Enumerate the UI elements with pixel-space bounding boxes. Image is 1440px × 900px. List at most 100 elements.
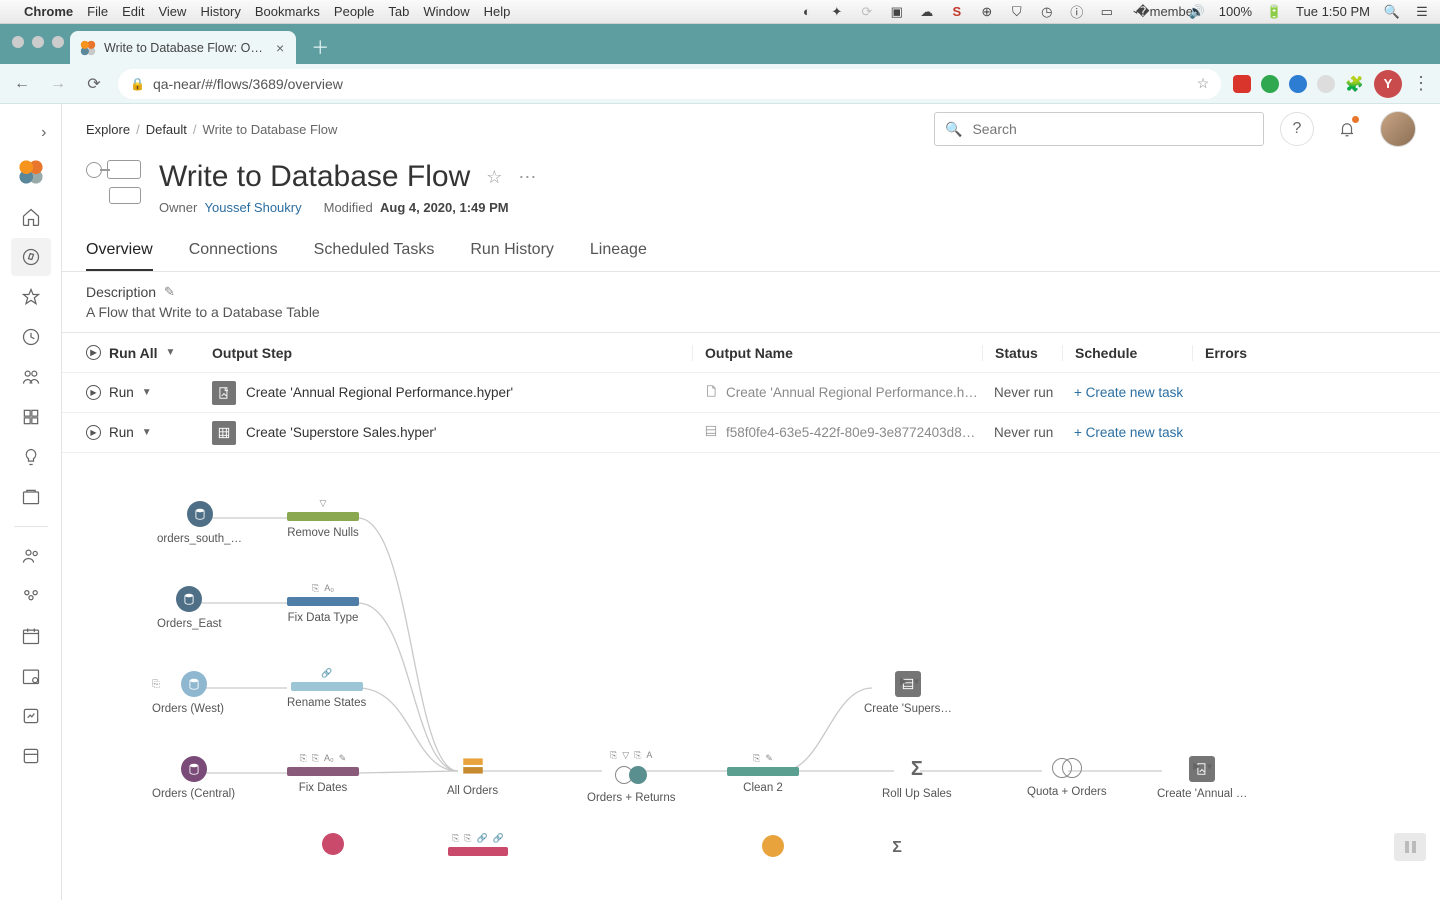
nav-favorites[interactable]	[11, 278, 51, 316]
breadcrumb-root[interactable]: Explore	[86, 122, 130, 137]
flow-node-partial[interactable]: Σ	[884, 835, 910, 861]
address-bar[interactable]: 🔒 qa-near/#/flows/3689/overview ☆	[118, 69, 1221, 99]
status-icon[interactable]: S	[949, 4, 965, 20]
avatar[interactable]	[1380, 111, 1416, 147]
chevron-down-icon[interactable]: ▼	[165, 347, 175, 358]
more-actions-button[interactable]: ⋯	[518, 167, 536, 188]
menu-tab[interactable]: Tab	[388, 4, 409, 19]
nav-shared[interactable]	[11, 358, 51, 396]
cloud-icon[interactable]: ☁	[919, 4, 935, 20]
battery-icon[interactable]: 🔋	[1266, 4, 1282, 20]
nav-external[interactable]	[11, 478, 51, 516]
flow-node-join[interactable]: Quota + Orders	[1027, 756, 1107, 798]
chevron-down-icon[interactable]: ▼	[142, 427, 152, 438]
window-controls[interactable]	[12, 36, 64, 48]
search-field[interactable]	[970, 120, 1253, 138]
display-icon[interactable]: ▭	[1099, 4, 1115, 20]
menu-window[interactable]: Window	[423, 4, 469, 19]
search-input[interactable]: 🔍	[934, 112, 1264, 146]
flow-node-aggregate[interactable]: Σ Roll Up Sales	[882, 756, 952, 800]
menu-edit[interactable]: Edit	[122, 4, 144, 19]
shield-icon[interactable]: ⛉	[1009, 4, 1025, 20]
flow-node-input[interactable]: orders_south_…	[157, 501, 242, 545]
node-run-button[interactable]: ▶▾	[1193, 760, 1212, 773]
status-icon[interactable]: ◐	[799, 4, 815, 20]
run-button[interactable]: Run	[109, 385, 134, 400]
nav-collections[interactable]	[11, 398, 51, 436]
pause-indicator[interactable]	[1394, 833, 1426, 861]
nav-status[interactable]	[11, 697, 51, 735]
edit-description-button[interactable]: ✎	[164, 284, 175, 300]
nav-users[interactable]	[11, 537, 51, 575]
forward-button[interactable]: →	[46, 72, 70, 96]
spotlight-icon[interactable]: 🔍	[1384, 4, 1400, 20]
nav-recommendations[interactable]	[11, 438, 51, 476]
help-button[interactable]: ?	[1280, 112, 1314, 146]
extensions-menu-icon[interactable]: 🧩	[1345, 75, 1364, 93]
nav-settings[interactable]	[11, 737, 51, 775]
menubar-app[interactable]: Chrome	[24, 4, 73, 19]
flow-node-partial[interactable]	[322, 833, 344, 855]
browser-tab-active[interactable]: Write to Database Flow: Overvi ×	[70, 31, 296, 65]
status-icon[interactable]: ▣	[889, 4, 905, 20]
flow-node-union[interactable]: All Orders	[447, 753, 498, 797]
tab-overview[interactable]: Overview	[86, 241, 153, 271]
output-name[interactable]: Create 'Annual Regional Performance.hype…	[726, 385, 982, 400]
nav-recents[interactable]	[11, 318, 51, 356]
status-icon[interactable]: ⟳	[859, 4, 875, 20]
nav-schedules[interactable]	[11, 617, 51, 655]
run-button[interactable]: Run	[109, 425, 134, 440]
notifications-button[interactable]	[1330, 112, 1364, 146]
menu-bookmarks[interactable]: Bookmarks	[255, 4, 320, 19]
flow-node-clean[interactable]: ▽ Remove Nulls	[287, 498, 359, 539]
menu-view[interactable]: View	[158, 4, 186, 19]
globe-icon[interactable]: ⊕	[979, 4, 995, 20]
profile-button[interactable]: Y	[1374, 70, 1402, 98]
new-tab-button[interactable]: ＋	[306, 33, 334, 61]
reload-button[interactable]: ⟳	[82, 72, 106, 96]
bookmark-star-icon[interactable]: ☆	[1197, 75, 1210, 92]
control-center-icon[interactable]: ☰	[1414, 4, 1430, 20]
chrome-menu-icon[interactable]: ⋮	[1412, 73, 1430, 94]
flow-node-clean[interactable]: ⎘A₀ Fix Data Type	[287, 583, 359, 624]
breadcrumb-project[interactable]: Default	[146, 122, 187, 137]
volume-icon[interactable]: 🔊	[1189, 4, 1205, 20]
flow-node-clean[interactable]: ⎘✎ Clean 2	[727, 753, 799, 794]
owner-link[interactable]: Youssef Shoukry	[205, 200, 302, 215]
menu-help[interactable]: Help	[484, 4, 511, 19]
extension-icon[interactable]	[1289, 75, 1307, 93]
flow-canvas[interactable]: orders_south_… ▽ Remove Nulls Orders_Eas…	[62, 453, 1440, 873]
chevron-down-icon[interactable]: ▼	[142, 387, 152, 398]
extension-icon[interactable]	[1233, 75, 1251, 93]
output-step-name[interactable]: Create 'Annual Regional Performance.hype…	[246, 385, 513, 400]
favorite-button[interactable]: ☆	[486, 167, 502, 188]
clock-text[interactable]: Tue 1:50 PM	[1296, 4, 1370, 19]
output-step-name[interactable]: Create 'Superstore Sales.hyper'	[246, 425, 437, 440]
flow-node-input[interactable]: Orders_East	[157, 586, 222, 630]
extension-icon[interactable]	[1261, 75, 1279, 93]
wifi-icon[interactable]: �member	[1159, 4, 1175, 20]
back-button[interactable]: ←	[10, 72, 34, 96]
status-icon[interactable]: ✦	[829, 4, 845, 20]
menu-history[interactable]: History	[200, 4, 240, 19]
flow-node-partial[interactable]: ⎘⎘🔗🔗	[442, 833, 514, 856]
tab-run-history[interactable]: Run History	[470, 241, 554, 271]
flow-node-clean[interactable]: ⎘⎘A₀✎ Fix Dates	[287, 753, 359, 794]
tab-scheduled-tasks[interactable]: Scheduled Tasks	[314, 241, 435, 271]
output-name[interactable]: f58f0fe4-63e5-422f-80e9-3e8772403d8e (…	[726, 425, 982, 440]
tab-connections[interactable]: Connections	[189, 241, 278, 271]
run-all-button[interactable]: Run All	[109, 345, 157, 361]
nav-home[interactable]	[11, 198, 51, 236]
info-icon[interactable]: ⓘ	[1069, 4, 1085, 20]
flow-node-partial[interactable]	[762, 835, 784, 857]
nav-explore[interactable]	[11, 238, 51, 276]
extension-icon[interactable]	[1317, 75, 1335, 93]
create-task-link[interactable]: + Create new task	[1062, 425, 1192, 440]
clock-icon[interactable]: ◷	[1039, 4, 1055, 20]
create-task-link[interactable]: + Create new task	[1062, 385, 1192, 400]
flow-node-join[interactable]: ⎘▽⎘A Orders + Returns	[587, 750, 676, 804]
nav-jobs[interactable]	[11, 657, 51, 695]
menu-file[interactable]: File	[87, 4, 108, 19]
flow-node-clean[interactable]: 🔗 Rename States	[287, 668, 366, 709]
flow-node-input[interactable]: Orders (Central)	[152, 756, 235, 800]
